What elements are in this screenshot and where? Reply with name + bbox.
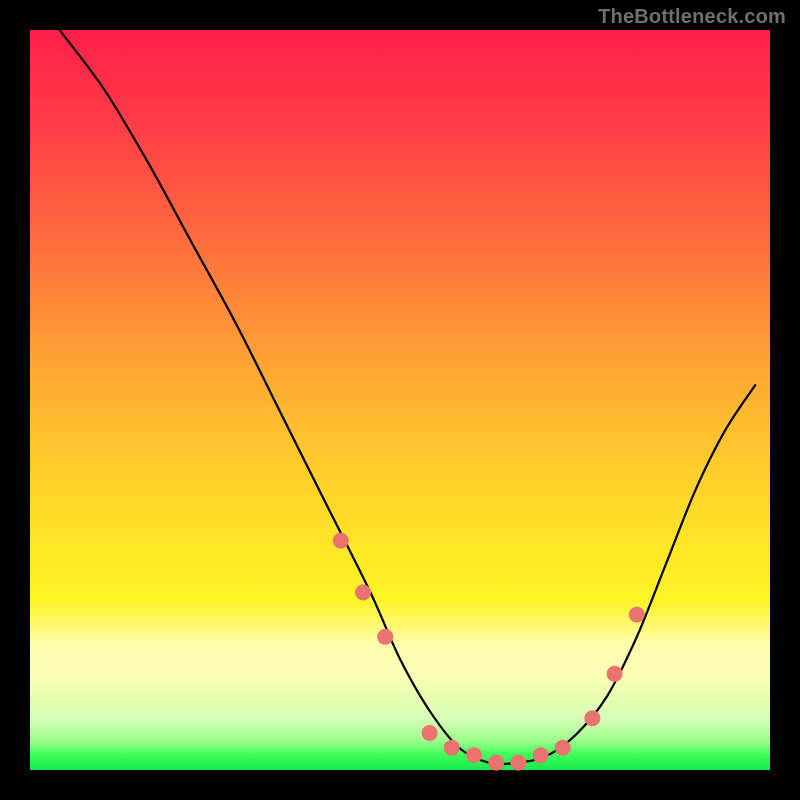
- chart-frame: TheBottleneck.com: [0, 0, 800, 800]
- curve-marker: [607, 666, 623, 682]
- marker-layer: [333, 533, 645, 771]
- curve-marker: [533, 747, 549, 763]
- curve-marker: [466, 747, 482, 763]
- attribution-label: TheBottleneck.com: [598, 6, 786, 29]
- curve-marker: [377, 629, 393, 645]
- curve-marker: [555, 740, 571, 756]
- curve-marker: [333, 533, 349, 549]
- curve-marker: [422, 725, 438, 741]
- chart-plot-area: [30, 30, 770, 770]
- curve-marker: [355, 584, 371, 600]
- curve-marker: [584, 710, 600, 726]
- chart-svg: [30, 30, 770, 770]
- bottleneck-curve: [60, 30, 756, 764]
- curve-marker: [510, 755, 526, 771]
- curve-marker: [488, 755, 504, 771]
- curve-marker: [444, 740, 460, 756]
- curve-marker: [629, 607, 645, 623]
